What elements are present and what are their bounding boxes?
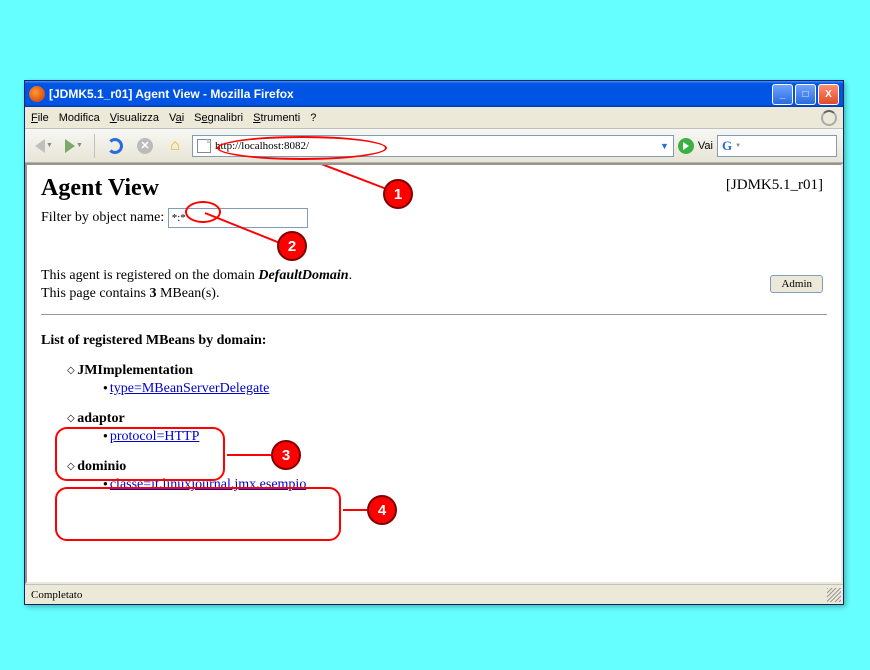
mbean-link[interactable]: type=MBeanServerDelegate	[110, 381, 270, 396]
browser-window: [JDMK5.1_r01] Agent View - Mozilla Firef…	[24, 80, 844, 605]
count-line: This page contains 3 MBean(s).	[41, 286, 827, 302]
domain-item: dominio classe=it.linuxjournal.jmx.esemp…	[67, 459, 827, 493]
menu-tools[interactable]: Strumenti	[253, 112, 300, 124]
filter-input[interactable]	[168, 208, 308, 228]
navigation-toolbar: ▼ ▼ ✕ ⌂ http://localhost:8082/ ▼ Vai G ▼	[25, 129, 843, 163]
mbean-link[interactable]: classe=it.linuxjournal.jmx.esempio	[110, 477, 306, 492]
back-button[interactable]: ▼	[31, 133, 57, 159]
menu-go[interactable]: Vai	[169, 112, 184, 124]
list-title: List of registered MBeans by domain:	[41, 333, 827, 349]
page-title: Agent View	[41, 175, 827, 202]
search-box[interactable]: G ▼	[717, 135, 837, 157]
domain-item: JMImplementation type=MBeanServerDelegat…	[67, 363, 827, 397]
menu-file[interactable]: File	[31, 112, 49, 124]
close-button[interactable]: X	[818, 84, 839, 105]
menu-edit[interactable]: Modifica	[59, 112, 100, 124]
menu-help[interactable]: ?	[310, 112, 316, 124]
url-text[interactable]: http://localhost:8082/	[215, 140, 656, 152]
separator	[41, 314, 827, 315]
mbean-link[interactable]: protocol=HTTP	[110, 429, 200, 444]
firefox-icon	[29, 86, 45, 102]
status-bar: Completato	[25, 584, 843, 604]
titlebar: [JDMK5.1_r01] Agent View - Mozilla Firef…	[25, 81, 843, 107]
maximize-button[interactable]: □	[795, 84, 816, 105]
mbean-item: classe=it.linuxjournal.jmx.esempio	[103, 477, 827, 493]
annotation-2: 2	[277, 231, 307, 261]
window-title: [JDMK5.1_r01] Agent View - Mozilla Firef…	[49, 87, 772, 101]
go-button[interactable]	[678, 138, 694, 154]
google-icon: G	[722, 138, 732, 154]
mbean-item: type=MBeanServerDelegate	[103, 381, 827, 397]
domain-info-line: This agent is registered on the domain D…	[41, 268, 827, 284]
reload-button[interactable]	[102, 133, 128, 159]
home-button[interactable]: ⌂	[162, 133, 188, 159]
mbean-item: protocol=HTTP	[103, 429, 827, 445]
stop-button[interactable]: ✕	[132, 133, 158, 159]
throbber-icon	[821, 110, 837, 126]
url-bar[interactable]: http://localhost:8082/ ▼	[192, 135, 674, 157]
page-icon	[197, 139, 211, 153]
forward-button[interactable]: ▼	[61, 133, 87, 159]
url-dropdown-icon[interactable]: ▼	[660, 141, 669, 151]
menu-view[interactable]: Visualizza	[110, 112, 159, 124]
annotation-box-4	[55, 487, 341, 541]
menu-bookmarks[interactable]: Segnalibri	[194, 112, 243, 124]
domain-item: adaptor protocol=HTTP	[67, 411, 827, 445]
minimize-button[interactable]: _	[772, 84, 793, 105]
resize-grip[interactable]	[827, 588, 841, 602]
annotation-4: 4	[367, 495, 397, 525]
domain-list: JMImplementation type=MBeanServerDelegat…	[41, 363, 827, 493]
go-label: Vai	[698, 140, 713, 152]
page-content: Agent View [JDMK5.1_r01] Filter by objec…	[25, 163, 843, 584]
filter-label: Filter by object name:	[41, 210, 164, 225]
admin-button[interactable]: Admin	[770, 275, 823, 293]
menu-bar: File Modifica Visualizza Vai Segnalibri …	[25, 107, 843, 129]
version-label: [JDMK5.1_r01]	[726, 177, 823, 194]
status-text: Completato	[31, 589, 82, 601]
